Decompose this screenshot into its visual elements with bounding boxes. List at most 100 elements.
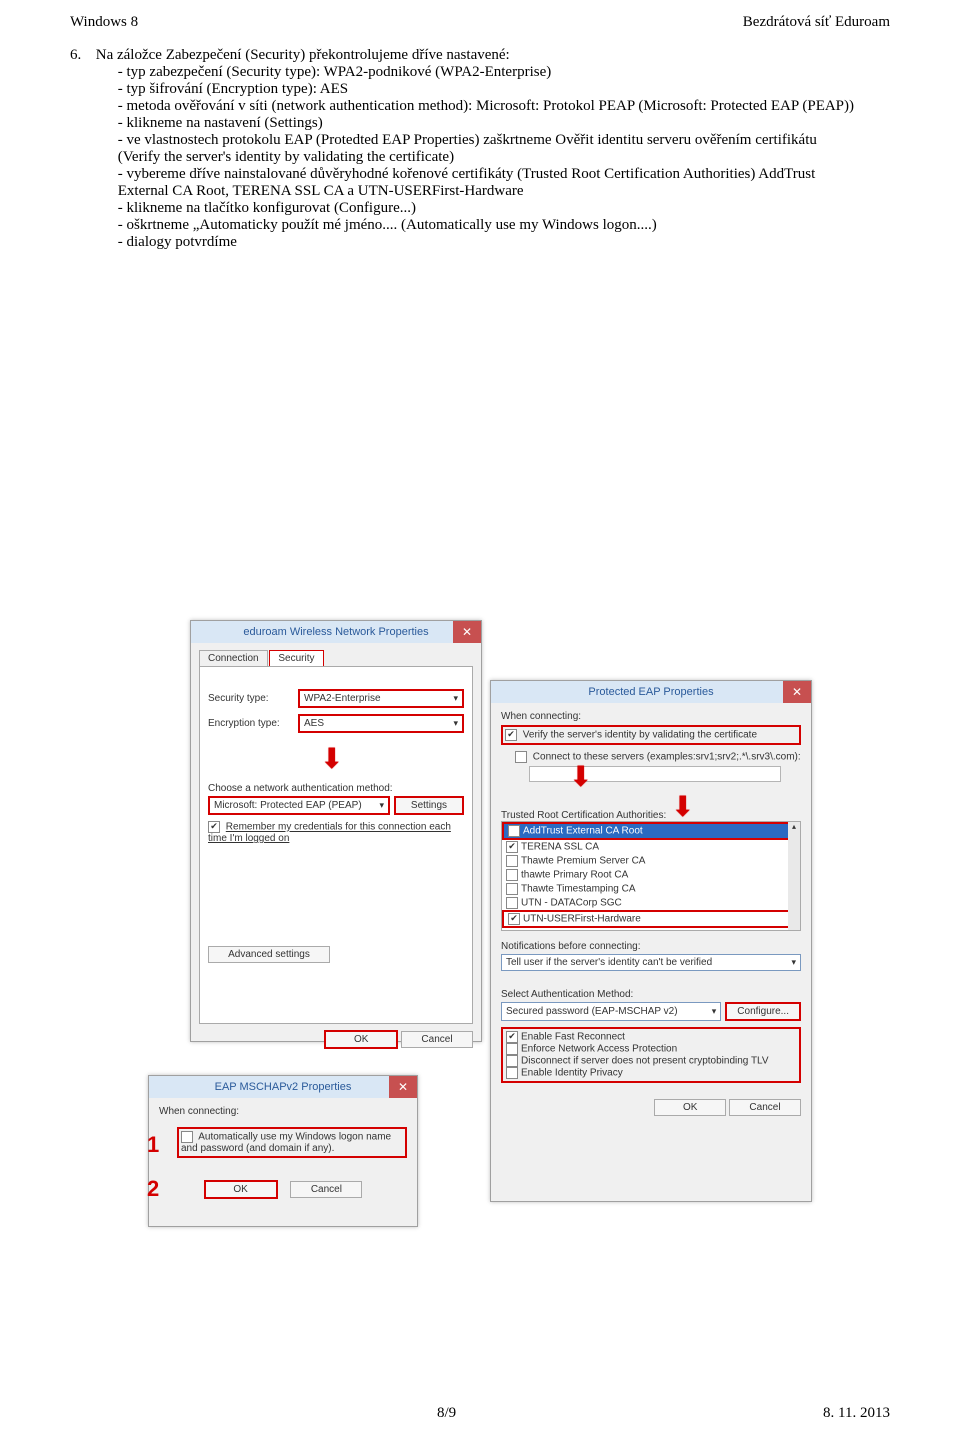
annotation-badge-2: 2 xyxy=(147,1176,159,1202)
checkbox-remember[interactable]: ✔ xyxy=(208,821,220,833)
ca-label: UTN - DATACorp SGC xyxy=(521,898,622,909)
settings-button[interactable]: Settings xyxy=(394,796,464,815)
ca-checkbox[interactable]: ✔ xyxy=(508,825,520,837)
label-encryption-type: Encryption type: xyxy=(208,718,298,729)
dialog-mschapv2-properties: EAP MSCHAPv2 Properties ✕ When connectin… xyxy=(148,1075,418,1227)
combo-auth-method-value: Microsoft: Protected EAP (PEAP) xyxy=(214,800,362,811)
ok-button[interactable]: OK xyxy=(204,1180,278,1199)
ca-checkbox[interactable]: ✔ xyxy=(508,913,520,925)
ca-row[interactable]: Thawte Timestamping CA xyxy=(502,882,800,896)
label-when-connecting: When connecting: xyxy=(159,1106,407,1117)
chevron-down-icon: ▾ xyxy=(453,718,458,729)
label-nap: Enforce Network Access Protection xyxy=(521,1044,677,1055)
chevron-down-icon: ▾ xyxy=(379,800,384,811)
advanced-settings-button[interactable]: Advanced settings xyxy=(208,946,330,963)
combo-encryption-type[interactable]: AES ▾ xyxy=(298,714,464,733)
titlebar: EAP MSCHAPv2 Properties ✕ xyxy=(149,1076,417,1098)
ok-button[interactable]: OK xyxy=(654,1099,726,1116)
bullet-4: - klikneme na nastavení (Settings) xyxy=(118,115,323,131)
combo-security-type[interactable]: WPA2-Enterprise ▾ xyxy=(298,689,464,708)
combo-auth-method-value: Secured password (EAP-MSCHAP v2) xyxy=(506,1006,678,1017)
checkbox-verify-identity[interactable]: ✔ xyxy=(505,729,517,741)
label-when-connecting: When connecting: xyxy=(501,711,801,722)
label-cryptobinding: Disconnect if server does not present cr… xyxy=(521,1056,769,1067)
bullet-1: - typ zabezpečení (Security type): WPA2-… xyxy=(118,64,552,80)
ca-row[interactable]: ✔UTN-USERFirst-Hardware xyxy=(502,910,800,928)
bullet-3: - metoda ověřování v síti (network authe… xyxy=(118,98,854,114)
ca-checkbox[interactable] xyxy=(506,855,518,867)
ca-checkbox[interactable] xyxy=(506,869,518,881)
chevron-down-icon: ▾ xyxy=(453,693,458,704)
cancel-button[interactable]: Cancel xyxy=(729,1099,801,1116)
checkbox-identity-privacy[interactable] xyxy=(506,1067,518,1079)
footer-page: 8/9 xyxy=(437,1405,456,1422)
bullet-6: - vybereme dříve nainstalované důvěryhod… xyxy=(118,166,816,199)
chevron-down-icon: ▾ xyxy=(712,1006,717,1017)
combo-notifications-value: Tell user if the server's identity can't… xyxy=(506,957,712,968)
label-notifications: Notifications before connecting: xyxy=(501,941,801,952)
arrow-icon: ⬇ xyxy=(569,763,592,791)
input-connect-servers[interactable] xyxy=(529,766,781,782)
label-auto-logon: Automatically use my Windows logon name … xyxy=(181,1132,391,1154)
title-text: eduroam Wireless Network Properties xyxy=(243,626,428,638)
arrow-icon: ⬇ xyxy=(671,793,694,821)
label-security-type: Security type: xyxy=(208,693,298,704)
label-fast-reconnect: Enable Fast Reconnect xyxy=(521,1032,625,1043)
title-text: Protected EAP Properties xyxy=(588,686,713,698)
checkbox-fast-reconnect[interactable]: ✔ xyxy=(506,1031,518,1043)
titlebar: eduroam Wireless Network Properties ✕ xyxy=(191,621,481,643)
checkbox-connect-servers[interactable] xyxy=(515,751,527,763)
bullet-5: - ve vlastnostech protokolu EAP (Protedt… xyxy=(118,132,817,165)
ca-label: AddTrust External CA Root xyxy=(523,826,643,837)
bullet-8: - oškrtneme „Automaticky použít mé jméno… xyxy=(118,217,657,233)
ca-row[interactable]: ✔AddTrust External CA Root xyxy=(502,822,800,840)
ca-checkbox[interactable] xyxy=(506,897,518,909)
close-icon[interactable]: ✕ xyxy=(453,621,481,643)
close-icon[interactable]: ✕ xyxy=(783,681,811,703)
ca-label: TERENA SSL CA xyxy=(521,842,599,853)
header-left: Windows 8 xyxy=(70,14,138,31)
title-text: EAP MSCHAPv2 Properties xyxy=(215,1081,352,1093)
ca-checkbox[interactable] xyxy=(506,883,518,895)
cancel-button[interactable]: Cancel xyxy=(290,1181,362,1198)
ca-checkbox[interactable]: ✔ xyxy=(506,841,518,853)
label-auth-method: Choose a network authentication method: xyxy=(208,783,464,794)
ca-row[interactable]: thawte Primary Root CA xyxy=(502,868,800,882)
label-verify-identity: Verify the server's identity by validati… xyxy=(523,730,757,741)
label-select-auth-method: Select Authentication Method: xyxy=(501,989,801,1000)
scrollbar[interactable]: ▴ xyxy=(788,822,800,930)
ca-label: UTN-USERFirst-Hardware xyxy=(523,914,641,925)
ca-row[interactable]: UTN - DATACorp SGC xyxy=(502,896,800,910)
ca-row[interactable]: ✔TERENA SSL CA xyxy=(502,840,800,854)
titlebar: Protected EAP Properties ✕ xyxy=(491,681,811,703)
checkbox-nap[interactable] xyxy=(506,1043,518,1055)
header-right: Bezdrátová síť Eduroam xyxy=(743,14,890,31)
bullet-7: - klikneme na tlačítko konfigurovat (Con… xyxy=(118,200,416,216)
configure-button[interactable]: Configure... xyxy=(725,1002,801,1021)
tab-security[interactable]: Security xyxy=(269,650,323,666)
scroll-up-icon[interactable]: ▴ xyxy=(788,822,800,831)
combo-auth-method[interactable]: Secured password (EAP-MSCHAP v2) ▾ xyxy=(501,1002,721,1021)
tab-connection[interactable]: Connection xyxy=(199,650,268,667)
dialog-peap-properties: Protected EAP Properties ✕ When connecti… xyxy=(490,680,812,1202)
line-intro: Na záložce Zabezpečení (Security) překon… xyxy=(96,47,510,63)
label-identity-privacy: Enable Identity Privacy xyxy=(521,1068,623,1079)
list-number: 6. xyxy=(70,47,92,64)
cancel-button[interactable]: Cancel xyxy=(401,1031,473,1048)
checkbox-cryptobinding[interactable] xyxy=(506,1055,518,1067)
list-trusted-roots[interactable]: ✔AddTrust External CA Root✔TERENA SSL CA… xyxy=(501,821,801,931)
label-remember-credentials: Remember my credentials for this connect… xyxy=(208,822,451,844)
close-icon[interactable]: ✕ xyxy=(389,1076,417,1098)
checkbox-auto-logon[interactable] xyxy=(181,1131,193,1143)
ca-label: Thawte Timestamping CA xyxy=(521,884,636,895)
dialog-wireless-properties: eduroam Wireless Network Properties ✕ Co… xyxy=(190,620,482,1042)
ok-button[interactable]: OK xyxy=(324,1030,398,1049)
label-trusted-roots: Trusted Root Certification Authorities: xyxy=(501,810,801,821)
arrow-icon: ⬇ xyxy=(320,745,343,773)
ca-row[interactable]: Thawte Premium Server CA xyxy=(502,854,800,868)
bullet-9: - dialogy potvrdíme xyxy=(118,234,237,250)
ca-label: Thawte Premium Server CA xyxy=(521,856,645,867)
combo-auth-method[interactable]: Microsoft: Protected EAP (PEAP) ▾ xyxy=(208,796,390,815)
combo-notifications[interactable]: Tell user if the server's identity can't… xyxy=(501,954,801,971)
bullet-2: - typ šifrování (Encryption type): AES xyxy=(118,81,348,97)
